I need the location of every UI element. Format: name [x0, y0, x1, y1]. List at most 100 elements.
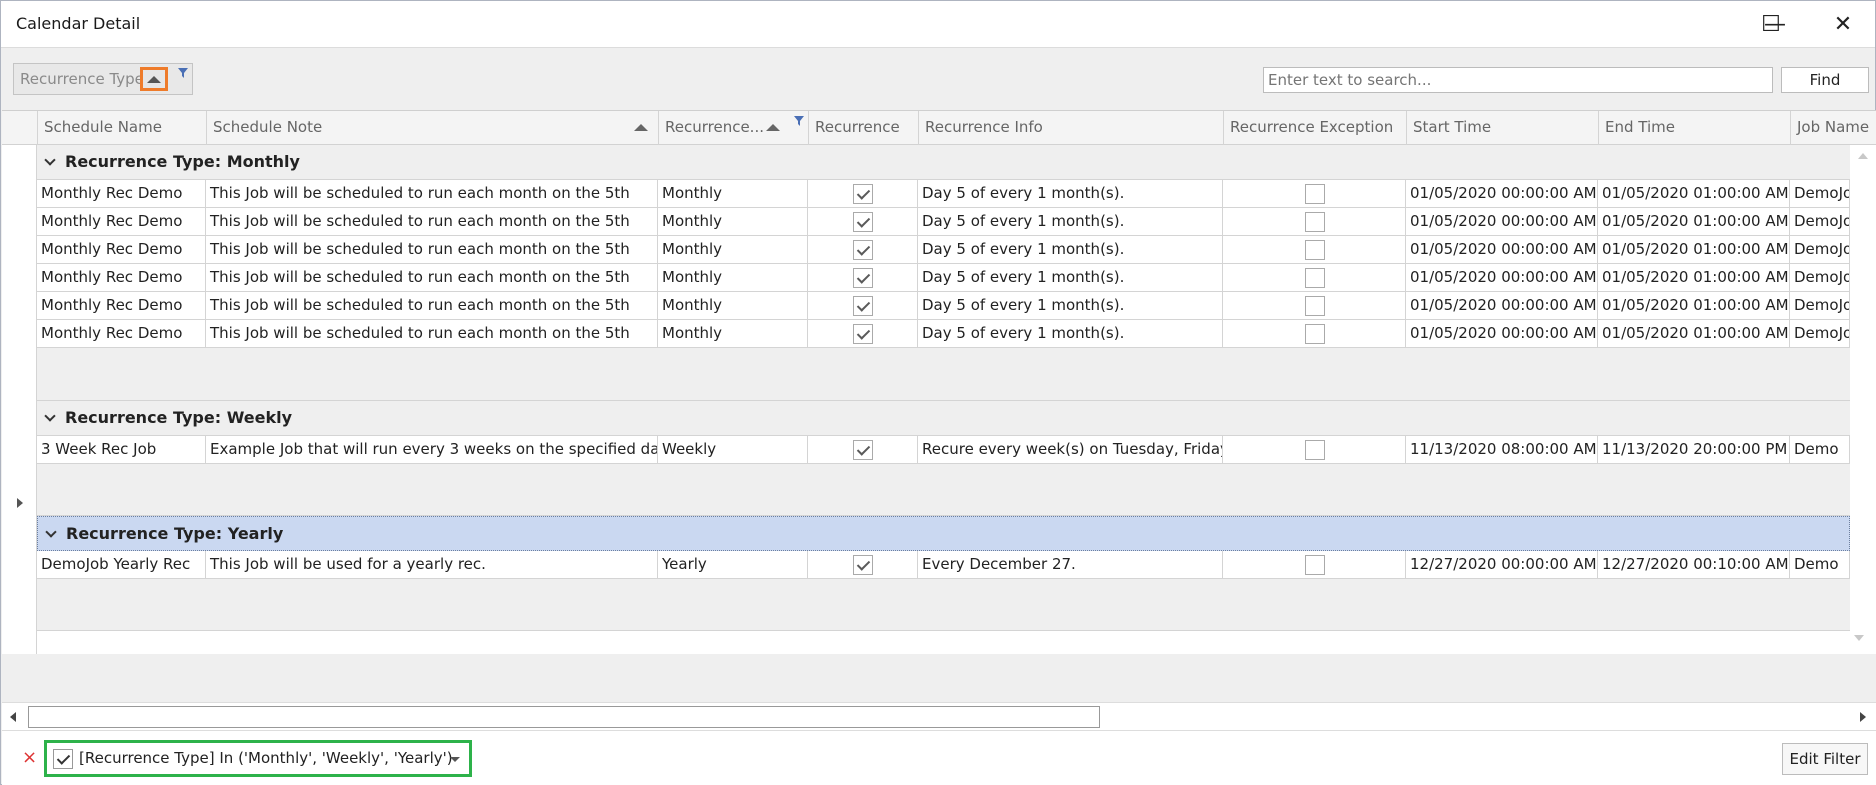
cell-start-time[interactable]: 01/05/2020 00:00:00 AM [1406, 180, 1598, 208]
close-button[interactable]: ✕ [1814, 1, 1872, 48]
cell-recurrence[interactable] [808, 292, 918, 320]
recurrence-checkbox[interactable] [853, 555, 873, 575]
exception-checkbox[interactable] [1304, 184, 1325, 204]
cell-job-name[interactable]: Demo [1790, 551, 1850, 579]
cell-recurrence-exception[interactable] [1223, 180, 1406, 208]
collapse-chevron-icon[interactable] [44, 410, 56, 422]
cell-recurrence-type[interactable]: Yearly [658, 551, 808, 579]
cell-schedule-note[interactable]: This Job will be scheduled to run each m… [206, 320, 658, 348]
cell-end-time[interactable]: 01/05/2020 01:00:00 AM [1598, 264, 1790, 292]
recurrence-checkbox[interactable] [853, 296, 873, 316]
cell-end-time[interactable]: 01/05/2020 01:00:00 AM [1598, 236, 1790, 264]
column-header-start-time[interactable]: Start Time [1407, 111, 1599, 145]
exception-checkbox[interactable] [1304, 324, 1325, 344]
recurrence-checkbox[interactable] [853, 268, 873, 288]
group-row-monthly[interactable]: Recurrence Type: Monthly [37, 145, 1850, 180]
scroll-right-icon[interactable] [1860, 712, 1866, 722]
table-row[interactable]: Monthly Rec Demo This Job will be schedul… [37, 320, 1850, 348]
table-row[interactable]: Monthly Rec Demo This Job will be schedul… [37, 264, 1850, 292]
cell-recurrence-exception[interactable] [1223, 236, 1406, 264]
cell-recurrence[interactable] [808, 436, 918, 464]
cell-recurrence-exception[interactable] [1223, 208, 1406, 236]
recurrence-checkbox[interactable] [853, 240, 873, 260]
cell-end-time[interactable]: 01/05/2020 01:00:00 AM [1598, 320, 1790, 348]
cell-schedule-note[interactable]: This Job will be scheduled to run each m… [206, 208, 658, 236]
recurrence-checkbox[interactable] [853, 324, 873, 344]
filter-expression[interactable]: [Recurrence Type] In ('Monthly', 'Weekly… [79, 749, 453, 767]
cell-schedule-note[interactable]: Example Job that will run every 3 weeks … [206, 436, 658, 464]
cell-end-time[interactable]: 01/05/2020 01:00:00 AM [1598, 292, 1790, 320]
cell-recurrence-type[interactable]: Monthly [658, 208, 808, 236]
column-header-recurrence-exception[interactable]: Recurrence Exception [1224, 111, 1407, 145]
cell-schedule-name[interactable]: DemoJob Yearly Rec [37, 551, 206, 579]
cell-job-name[interactable]: DemoJob [1790, 264, 1850, 292]
exception-checkbox[interactable] [1304, 555, 1325, 575]
cell-schedule-name[interactable]: Monthly Rec Demo [37, 180, 206, 208]
exception-checkbox[interactable] [1304, 440, 1325, 460]
cell-schedule-name[interactable]: Monthly Rec Demo [37, 208, 206, 236]
table-row[interactable]: Monthly Rec Demo This Job will be schedul… [37, 292, 1850, 320]
table-row[interactable]: Monthly Rec Demo This Job will be schedul… [37, 180, 1850, 208]
cell-schedule-note[interactable]: This Job will be scheduled to run each m… [206, 180, 658, 208]
cell-recurrence-info[interactable]: Day 5 of every 1 month(s). [918, 236, 1223, 264]
cell-end-time[interactable]: 01/05/2020 01:00:00 AM [1598, 208, 1790, 236]
horizontal-scrollbar[interactable] [2, 702, 1876, 730]
cell-job-name[interactable]: DemoJob [1790, 320, 1850, 348]
filter-enabled-checkbox[interactable] [53, 749, 73, 769]
table-row[interactable]: Monthly Rec Demo This Job will be schedul… [37, 208, 1850, 236]
cell-schedule-name[interactable]: Monthly Rec Demo [37, 320, 206, 348]
group-chip-recurrence-type[interactable]: Recurrence Type [20, 70, 144, 88]
cell-job-name[interactable]: DemoJob [1790, 236, 1850, 264]
cell-recurrence-exception[interactable] [1223, 264, 1406, 292]
cell-recurrence-type[interactable]: Monthly [658, 236, 808, 264]
table-row[interactable]: DemoJob Yearly Rec This Job will be used … [37, 551, 1850, 579]
group-row-yearly[interactable]: Recurrence Type: Yearly [37, 516, 1850, 551]
edit-filter-button[interactable]: Edit Filter [1782, 743, 1868, 775]
filter-icon[interactable] [178, 68, 188, 78]
cell-schedule-name[interactable]: 3 Week Rec Job [37, 436, 206, 464]
find-button[interactable]: Find [1781, 67, 1869, 93]
cell-job-name[interactable]: DemoJob [1790, 208, 1850, 236]
scroll-up-icon[interactable] [1858, 153, 1868, 159]
cell-end-time[interactable]: 11/13/2020 20:00:00 PM [1598, 436, 1790, 464]
cell-recurrence-info[interactable]: Day 5 of every 1 month(s). [918, 292, 1223, 320]
column-header-recurrence[interactable]: Recurrence [809, 111, 919, 145]
collapse-chevron-icon[interactable] [45, 526, 57, 538]
cell-start-time[interactable]: 01/05/2020 00:00:00 AM [1406, 292, 1598, 320]
cell-schedule-note[interactable]: This Job will be scheduled to run each m… [206, 292, 658, 320]
exception-checkbox[interactable] [1304, 268, 1325, 288]
column-header-job-name[interactable]: Job Name [1791, 111, 1876, 145]
cell-job-name[interactable]: Demo [1790, 436, 1850, 464]
horizontal-scroll-thumb[interactable] [28, 706, 1100, 728]
cell-recurrence-exception[interactable] [1223, 436, 1406, 464]
exception-checkbox[interactable] [1304, 212, 1325, 232]
cell-end-time[interactable]: 12/27/2020 00:10:00 AM [1598, 551, 1790, 579]
cell-schedule-note[interactable]: This Job will be scheduled to run each m… [206, 264, 658, 292]
column-header-recurrence-info[interactable]: Recurrence Info [919, 111, 1224, 145]
filter-icon[interactable] [794, 116, 804, 126]
cell-recurrence-info[interactable]: Day 5 of every 1 month(s). [918, 264, 1223, 292]
exception-checkbox[interactable] [1304, 240, 1325, 260]
column-header-recurrence-type[interactable]: Recurrence... [659, 111, 809, 145]
cell-job-name[interactable]: DemoJob [1790, 180, 1850, 208]
chevron-down-icon[interactable] [450, 757, 460, 762]
cell-recurrence-type[interactable]: Weekly [658, 436, 808, 464]
group-sort-button[interactable] [140, 67, 168, 91]
table-row[interactable]: 3 Week Rec Job Example Job that will run … [37, 436, 1850, 464]
cell-recurrence-info[interactable]: Recure every week(s) on Tuesday, Friday. [918, 436, 1223, 464]
search-input[interactable] [1263, 67, 1773, 93]
cell-start-time[interactable]: 01/05/2020 00:00:00 AM [1406, 320, 1598, 348]
cell-recurrence-info[interactable]: Every December 27. [918, 551, 1223, 579]
cell-recurrence[interactable] [808, 180, 918, 208]
cell-recurrence[interactable] [808, 236, 918, 264]
cell-recurrence[interactable] [808, 208, 918, 236]
cell-recurrence-exception[interactable] [1223, 292, 1406, 320]
cell-recurrence[interactable] [808, 551, 918, 579]
cell-recurrence-type[interactable]: Monthly [658, 264, 808, 292]
cell-job-name[interactable]: DemoJob [1790, 292, 1850, 320]
cell-recurrence[interactable] [808, 320, 918, 348]
active-filter-panel[interactable]: [Recurrence Type] In ('Monthly', 'Weekly… [44, 740, 472, 777]
cell-recurrence-info[interactable]: Day 5 of every 1 month(s). [918, 208, 1223, 236]
recurrence-checkbox[interactable] [853, 212, 873, 232]
cell-recurrence-exception[interactable] [1223, 320, 1406, 348]
